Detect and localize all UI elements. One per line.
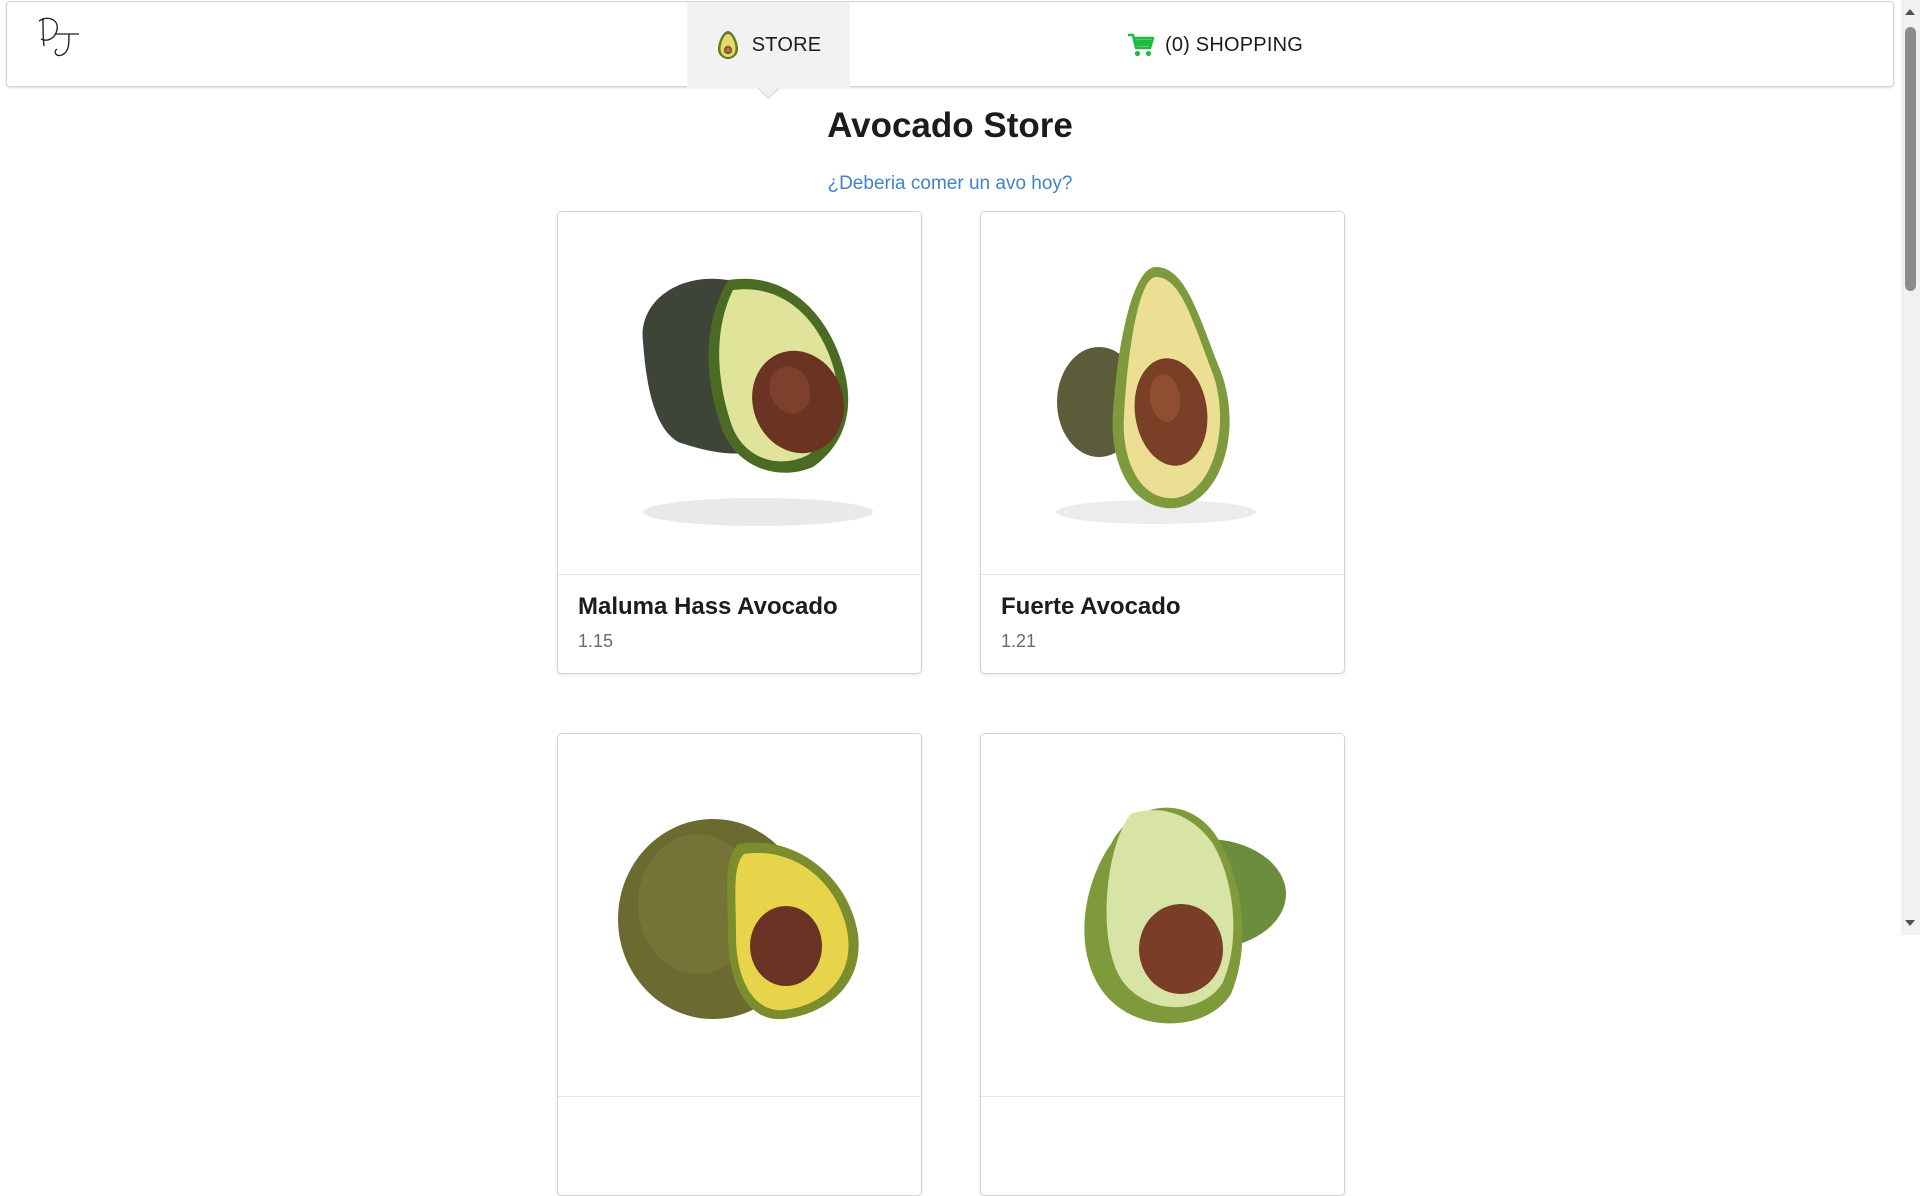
should-i-eat-avo-link[interactable]: ¿Deberia comer un avo hoy? xyxy=(0,173,1900,195)
product-card-content: Maluma Hass Avocado 1.15 xyxy=(558,574,921,673)
nav-store-tab[interactable]: STORE xyxy=(687,2,850,88)
product-image xyxy=(981,734,1344,1096)
product-card[interactable] xyxy=(557,733,922,1196)
nav-store-label: STORE xyxy=(751,33,822,56)
product-image xyxy=(558,734,921,1096)
avocado-icon xyxy=(716,30,740,60)
scroll-down-arrow-icon[interactable] xyxy=(1905,920,1915,926)
product-card[interactable] xyxy=(980,733,1345,1196)
product-price: 1.15 xyxy=(578,631,614,651)
page-scrollbar[interactable] xyxy=(1901,0,1920,935)
product-card[interactable]: Fuerte Avocado 1.21 xyxy=(980,211,1345,674)
product-price: 1.21 xyxy=(1001,631,1037,651)
scrollbar-thumb[interactable] xyxy=(1905,27,1916,291)
dj-logo-icon[interactable] xyxy=(35,12,83,58)
product-image xyxy=(558,212,921,574)
scroll-up-arrow-icon[interactable] xyxy=(1905,9,1915,15)
product-card-content xyxy=(981,1096,1344,1195)
top-menu: STORE (0) SHOPPING xyxy=(6,1,1894,88)
product-name: Fuerte Avocado xyxy=(1001,593,1181,620)
product-image xyxy=(981,212,1344,574)
product-card-content xyxy=(558,1096,921,1195)
page-title: Avocado Store xyxy=(827,106,1073,145)
product-card[interactable]: Maluma Hass Avocado 1.15 xyxy=(557,211,922,674)
product-name: Maluma Hass Avocado xyxy=(578,593,838,620)
shopping-cart-icon xyxy=(1127,32,1155,58)
nav-cart-label: (0) SHOPPING xyxy=(1165,33,1303,56)
product-card-content: Fuerte Avocado 1.21 xyxy=(981,574,1344,673)
nav-shopping-cart[interactable]: (0) SHOPPING xyxy=(1127,2,1303,88)
